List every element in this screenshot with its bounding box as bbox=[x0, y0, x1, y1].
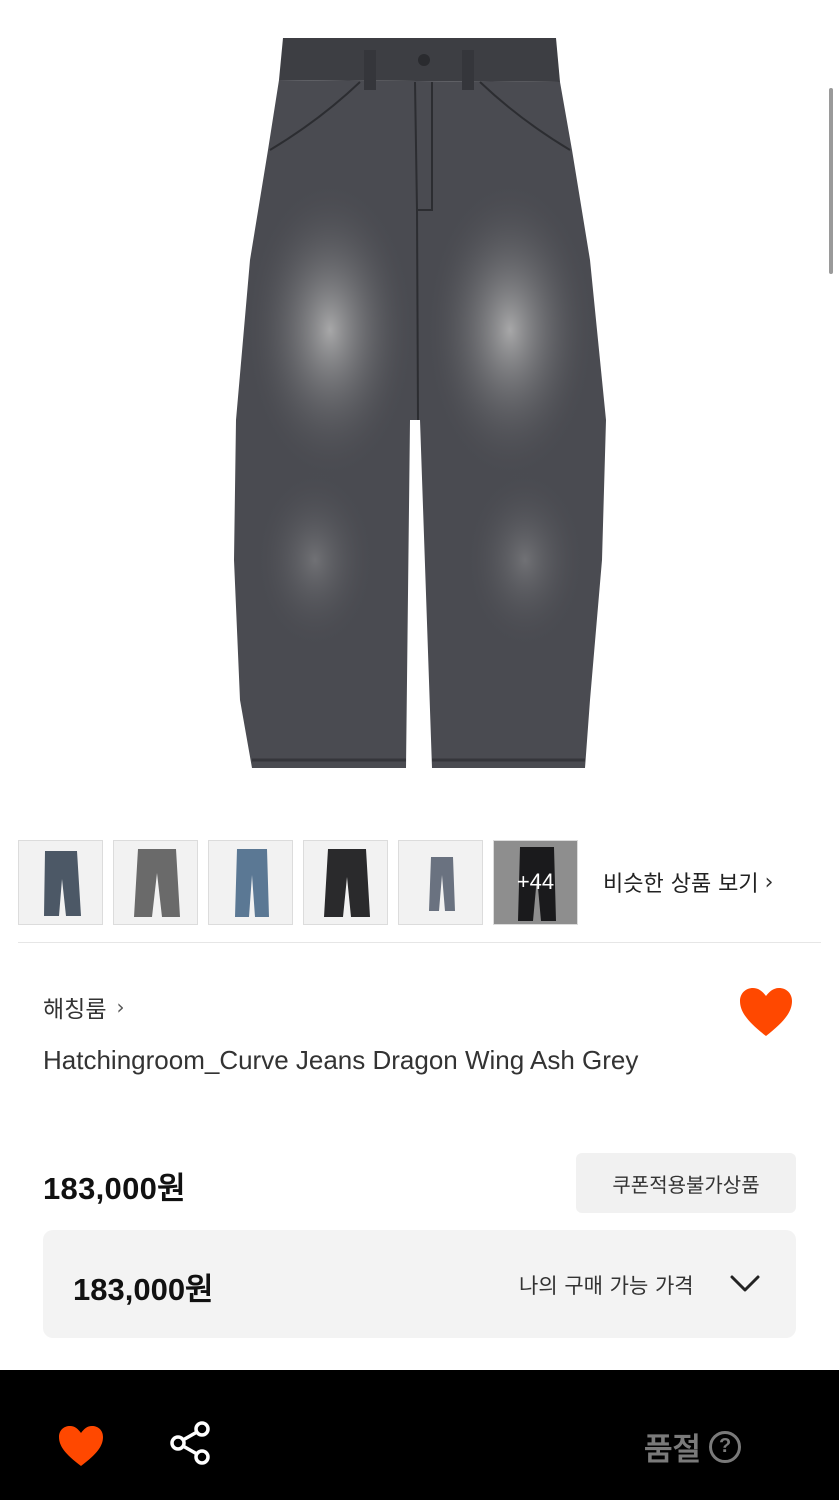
similar-thumbnails: +44 bbox=[18, 840, 578, 925]
heart-icon[interactable] bbox=[57, 1424, 105, 1468]
product-image[interactable] bbox=[0, 0, 839, 820]
chevron-right-icon: › bbox=[764, 869, 774, 895]
divider bbox=[18, 942, 821, 943]
similar-thumb-5[interactable] bbox=[398, 840, 483, 925]
similar-thumb-more[interactable]: +44 bbox=[493, 840, 578, 925]
thumb-jeans-image bbox=[324, 849, 370, 917]
chevron-down-icon bbox=[730, 1275, 760, 1292]
more-count: +44 bbox=[516, 869, 555, 894]
chevron-right-icon: › bbox=[116, 995, 125, 1019]
soldout-label: 품절 bbox=[644, 1432, 702, 1468]
similar-products-link[interactable]: 비슷한 상품 보기 › bbox=[603, 866, 773, 898]
help-symbol: ? bbox=[718, 1435, 732, 1457]
brand-link[interactable]: 해칭룸 › bbox=[43, 990, 124, 1024]
product-price: 183,000원 bbox=[43, 1171, 186, 1206]
share-icon[interactable] bbox=[168, 1420, 214, 1466]
heart-icon[interactable] bbox=[738, 986, 794, 1038]
similar-products-label: 비슷한 상품 보기 bbox=[603, 872, 759, 897]
my-price-label: 나의 구매 가능 가격 bbox=[519, 1274, 694, 1298]
scrollbar[interactable] bbox=[829, 88, 833, 274]
thumb-jeans-image bbox=[429, 857, 455, 911]
thumb-jeans-image bbox=[134, 849, 180, 917]
similar-thumb-2[interactable] bbox=[113, 840, 198, 925]
similar-thumb-1[interactable] bbox=[18, 840, 103, 925]
similar-thumb-3[interactable] bbox=[208, 840, 293, 925]
brand-name: 해칭룸 bbox=[43, 997, 107, 1023]
my-price-amount: 183,000원 bbox=[73, 1272, 214, 1307]
thumb-jeans-image bbox=[44, 851, 81, 916]
soldout-status: 품절 ? bbox=[644, 1424, 742, 1469]
my-price-toggle[interactable]: 183,000원 나의 구매 가능 가격 bbox=[43, 1230, 796, 1338]
coupon-badge: 쿠폰적용불가상품 bbox=[576, 1153, 796, 1213]
thumb-jeans-image bbox=[235, 849, 269, 917]
similar-thumb-4[interactable] bbox=[303, 840, 388, 925]
question-circle-icon[interactable]: ? bbox=[709, 1430, 742, 1463]
jeans-illustration bbox=[234, 38, 606, 768]
product-title: Hatchingroom_Curve Jeans Dragon Wing Ash… bbox=[43, 1045, 639, 1075]
